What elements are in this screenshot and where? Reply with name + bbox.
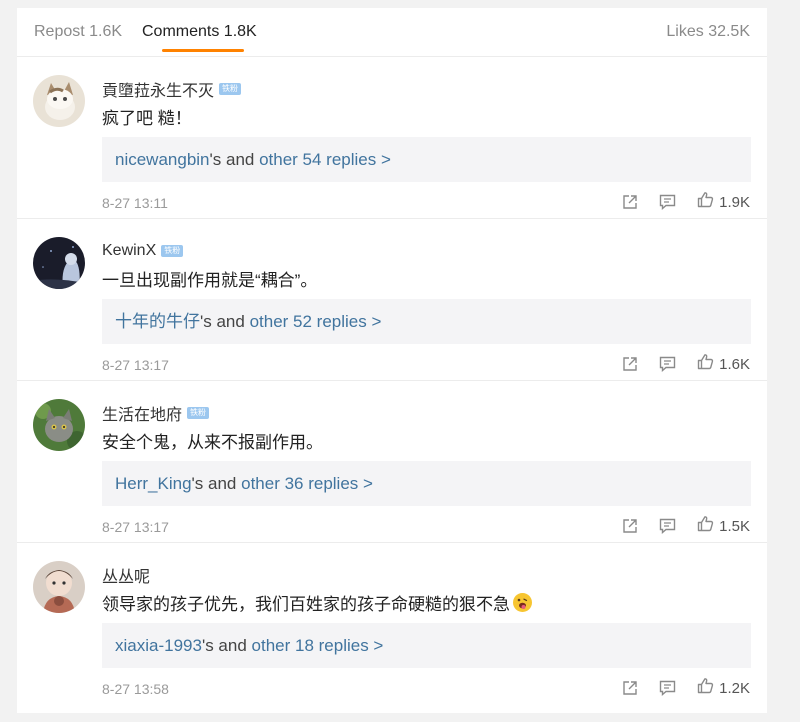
like-button[interactable]: 1.5K [697,515,750,537]
like-button[interactable]: 1.6K [697,353,750,375]
avatar[interactable] [33,399,85,451]
replies-link[interactable]: nicewangbin's and other 54 replies > [102,137,751,182]
comment-actions: 1.6K [622,351,750,377]
like-button[interactable]: 1.2K [697,677,750,699]
replies-connector: 's and [201,636,252,655]
username[interactable]: 生活在地府 [102,401,182,425]
comment-icon[interactable] [659,680,676,696]
timestamp: 8-27 13:58 [102,681,169,697]
tab-bar: Repost 1.6K Comments 1.8K Likes 32.5K [17,8,767,57]
avatar[interactable] [33,561,85,613]
fan-badge: 铁粉 [219,83,242,95]
fan-badge: 铁粉 [161,245,184,257]
like-count: 1.5K [719,517,750,535]
replies-link[interactable]: 十年的牛仔's and other 52 replies > [102,299,751,344]
replies-link[interactable]: xiaxia-1993's and other 18 replies > [102,623,751,668]
tab-comments[interactable]: Comments 1.8K [142,23,257,41]
comments-panel: Repost 1.6K Comments 1.8K Likes 32.5K 貢墮… [17,8,767,713]
share-icon[interactable] [622,194,638,210]
more-replies-link[interactable]: other 18 replies > [252,636,384,655]
comment-text: 领导家的孩子优先，我们百姓家的孩子命硬糙的狠不急 [102,590,533,618]
active-tab-indicator [162,49,244,52]
comment-actions: 1.5K [622,513,750,539]
share-icon[interactable] [622,680,638,696]
like-button[interactable]: 1.9K [697,191,750,213]
comment-item: 丛丛呢 领导家的孩子优先，我们百姓家的孩子命硬糙的狠不急 xiaxia-1993… [17,543,767,704]
thumbs-up-icon [697,191,714,213]
like-count: 1.2K [719,679,750,697]
comment-text-body: 领导家的孩子优先，我们百姓家的孩子命硬糙的狠不急 [102,595,510,614]
reply-username[interactable]: 十年的牛仔 [115,312,200,331]
username[interactable]: 丛丛呢 [102,563,150,587]
username[interactable]: KewinX [102,242,156,260]
comment-item: KewinX 铁粉 一旦出现副作用就是“耦合”。 十年的牛仔's and oth… [17,219,767,381]
share-icon[interactable] [622,518,638,534]
more-replies-link[interactable]: other 54 replies > [259,150,391,169]
avatar[interactable] [33,237,85,289]
comment-text: 安全个鬼，从来不报副作用。 [102,433,323,452]
avatar[interactable] [33,75,85,127]
timestamp: 8-27 13:17 [102,519,169,535]
comment-text: 疯了吧 糙！ [102,109,192,128]
tab-likes[interactable]: Likes 32.5K [666,23,750,41]
tongue-out-face-icon [512,592,533,618]
replies-link[interactable]: Herr_King's and other 36 replies > [102,461,751,506]
tab-repost[interactable]: Repost 1.6K [34,23,122,41]
replies-connector: 's and [191,474,242,493]
comment-icon[interactable] [659,356,676,372]
comment-text: 一旦出现副作用就是“耦合”。 [102,271,318,290]
like-count: 1.9K [719,193,750,211]
reply-username[interactable]: xiaxia-1993 [115,636,202,655]
reply-username[interactable]: nicewangbin [115,150,210,169]
more-replies-link[interactable]: other 52 replies > [250,312,382,331]
comment-item: 貢墮菈永生不灭 铁粉 疯了吧 糙！ nicewangbin's and othe… [17,57,767,219]
timestamp: 8-27 13:11 [102,195,168,211]
like-count: 1.6K [719,355,750,373]
comment-icon[interactable] [659,518,676,534]
reply-username[interactable]: Herr_King [115,474,192,493]
more-replies-link[interactable]: other 36 replies > [241,474,373,493]
thumbs-up-icon [697,353,714,375]
share-icon[interactable] [622,356,638,372]
thumbs-up-icon [697,515,714,537]
username[interactable]: 貢墮菈永生不灭 [102,77,214,101]
comment-icon[interactable] [659,194,676,210]
comment-item: 生活在地府 铁粉 安全个鬼，从来不报副作用。 Herr_King's and o… [17,381,767,543]
timestamp: 8-27 13:17 [102,357,169,373]
fan-badge: 铁粉 [187,407,210,419]
comment-actions: 1.2K [622,675,750,701]
replies-connector: 's and [200,312,250,331]
replies-connector: 's and [209,150,260,169]
thumbs-up-icon [697,677,714,699]
comment-actions: 1.9K [622,189,750,215]
